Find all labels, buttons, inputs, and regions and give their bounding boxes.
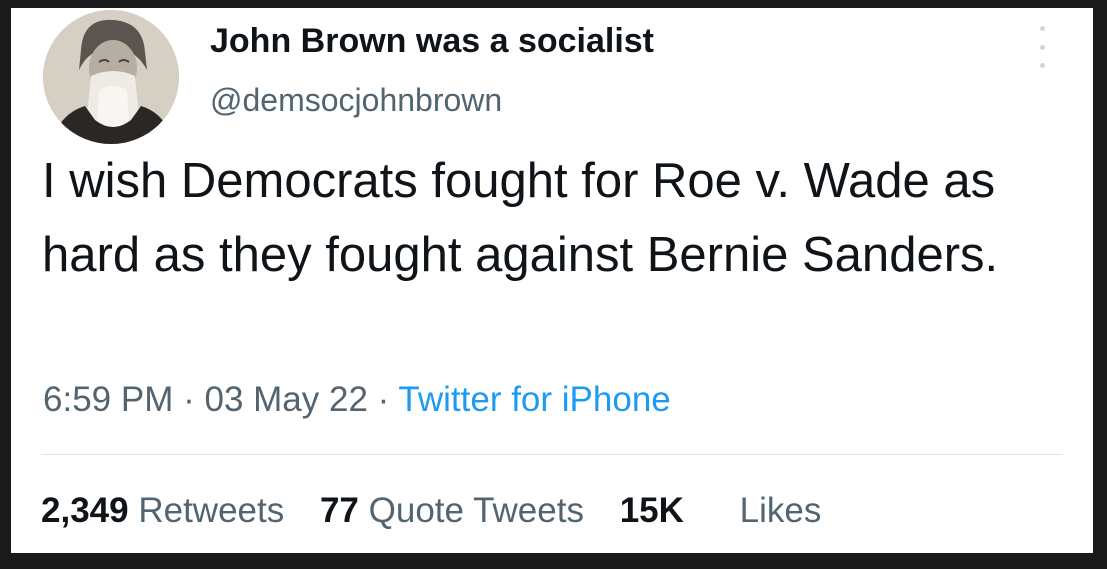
tweet-text: I wish Democrats fought for Roe v. Wade …	[42, 154, 999, 282]
retweets-stat[interactable]: 2,349 Retweets	[41, 491, 284, 531]
user-handle[interactable]: @demsocjohnbrown	[210, 82, 502, 119]
retweets-label: Retweets	[138, 491, 285, 530]
tweet-date[interactable]: 03 May 22	[204, 380, 367, 419]
avatar[interactable]	[43, 10, 179, 144]
tweet-time[interactable]: 6:59 PM	[43, 380, 173, 419]
likes-stat[interactable]: 15K Likes	[620, 491, 822, 531]
meta-separator: ·	[183, 380, 195, 419]
more-options-icon[interactable]	[1029, 26, 1055, 68]
display-name[interactable]: John Brown was a socialist	[210, 22, 654, 61]
divider	[41, 454, 1063, 455]
tweet-stats: 2,349 Retweets 77 Quote Tweets 15K Likes	[41, 491, 847, 531]
quote-tweets-stat[interactable]: 77 Quote Tweets	[320, 491, 584, 531]
meta-separator: ·	[377, 380, 390, 419]
quote-tweets-label: Quote Tweets	[368, 491, 584, 530]
tweet-card: John Brown was a socialist @demsocjohnbr…	[11, 8, 1093, 553]
likes-count: 15K	[619, 491, 684, 530]
quote-tweets-count: 77	[319, 491, 359, 530]
likes-label: Likes	[739, 491, 822, 530]
retweets-count: 2,349	[41, 491, 129, 530]
tweet-meta: 6:59 PM · 03 May 22 · Twitter for iPhone	[43, 380, 671, 420]
tweet-source-link[interactable]: Twitter for iPhone	[398, 380, 670, 419]
bearded-man-portrait-icon	[43, 10, 179, 144]
